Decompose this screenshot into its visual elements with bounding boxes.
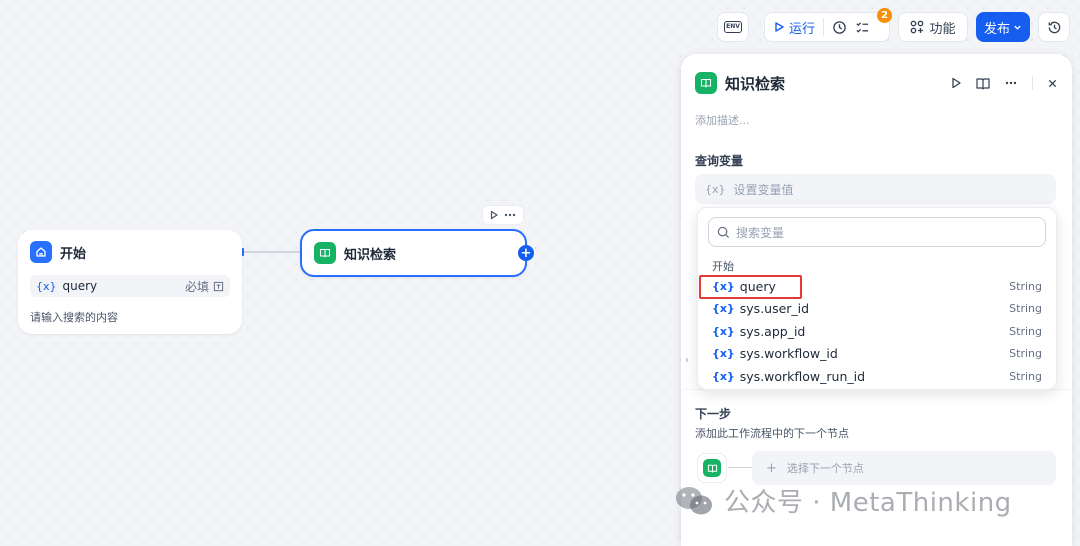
play-icon <box>775 22 784 32</box>
variable-group-label: 开始 <box>712 260 734 273</box>
highlight-annotation <box>699 275 802 299</box>
run-label: 运行 <box>789 21 816 37</box>
features-button[interactable]: 功能 <box>898 12 968 42</box>
variable-icon: {x} <box>36 279 57 293</box>
add-description[interactable]: 添加描述... <box>695 112 750 128</box>
text-input-icon <box>213 281 224 291</box>
close-icon[interactable] <box>1047 78 1058 89</box>
variable-icon: {x} <box>712 369 735 383</box>
variable-search-input[interactable]: 搜索变量 <box>708 217 1046 247</box>
clock-play-icon <box>833 20 846 34</box>
variable-icon: {x} <box>712 301 735 315</box>
more-icon[interactable] <box>503 210 517 220</box>
run-toolbar: 运行 <box>764 12 890 42</box>
current-node-icon <box>697 453 727 483</box>
variable-option-name: sys.user_id <box>739 300 810 316</box>
variable-option-sys-user-id[interactable]: {x} sys.user_id String <box>706 297 1048 319</box>
knowledge-node-title: 知识检索 <box>344 247 397 263</box>
home-icon <box>30 241 52 263</box>
watermark: 公众号 · MetaThinking <box>674 482 1012 519</box>
history-icon <box>1048 21 1060 33</box>
play-icon[interactable] <box>489 210 499 220</box>
history-button[interactable] <box>1038 12 1070 42</box>
variable-option-type: String <box>1009 324 1042 338</box>
checklist-button[interactable] <box>855 20 870 35</box>
variable-option-type: String <box>1009 279 1042 293</box>
features-label: 功能 <box>929 21 956 37</box>
variable-icon: {x} <box>712 324 735 338</box>
start-node[interactable]: 开始 {x} query 必填 请输入搜索的内容 <box>18 230 242 334</box>
select-next-node-button[interactable]: + 选择下一个节点 <box>752 451 1056 485</box>
knowledge-retrieval-node[interactable]: 知识检索 <box>300 229 527 277</box>
publish-button[interactable]: 发布 <box>976 12 1030 42</box>
query-variable-selector[interactable]: {x} 设置变量值 <box>695 174 1056 204</box>
start-variable-name: query <box>62 279 98 293</box>
book-icon <box>695 72 717 94</box>
toolbar-divider <box>1032 76 1033 90</box>
more-icon[interactable] <box>1004 78 1018 88</box>
select-next-node-label: 选择下一个节点 <box>786 462 864 475</box>
plus-icon: + <box>520 245 532 261</box>
wechat-icon <box>676 486 712 514</box>
variable-option-type: String <box>1009 346 1042 360</box>
next-step-connector <box>728 467 752 468</box>
run-history-button[interactable] <box>832 20 847 35</box>
variable-option-name: sys.workflow_run_id <box>739 368 866 384</box>
variable-option-type: String <box>1009 369 1042 383</box>
start-node-title: 开始 <box>60 246 87 262</box>
book-icon <box>314 242 336 264</box>
panel-title: 知识检索 <box>725 74 786 93</box>
grid-icon <box>911 20 924 34</box>
search-icon <box>717 226 730 238</box>
required-label: 必填 <box>184 279 209 294</box>
publish-label: 发布 <box>983 21 1010 37</box>
play-icon[interactable] <box>950 77 962 89</box>
variable-icon: {x} <box>712 346 735 360</box>
query-variable-label: 查询变量 <box>695 154 744 168</box>
variable-option-type: String <box>1009 301 1042 315</box>
book-open-icon[interactable] <box>976 77 990 90</box>
variable-option-name: sys.app_id <box>739 323 806 339</box>
watermark-text: 公众号 · MetaThinking <box>724 488 1012 518</box>
env-icon: ENV <box>724 21 742 33</box>
search-placeholder: 搜索变量 <box>736 225 785 240</box>
next-step-description: 添加此工作流程中的下一个节点 <box>695 427 849 440</box>
variable-option-sys-workflow-run-id[interactable]: {x} sys.workflow_run_id String <box>706 365 1048 387</box>
checklist-icon <box>856 21 869 33</box>
variable-option-name: sys.workflow_id <box>739 345 838 361</box>
variable-option-sys-app-id[interactable]: {x} sys.app_id String <box>706 320 1048 342</box>
start-variable-row: {x} query 必填 <box>30 275 230 297</box>
variable-icon: {x} <box>705 182 726 196</box>
book-icon <box>703 459 721 477</box>
start-node-description: 请输入搜索的内容 <box>30 311 118 324</box>
plus-icon: + <box>766 460 777 476</box>
node-toolbar <box>482 205 524 225</box>
node-connection-edge <box>242 251 300 253</box>
add-next-node-handle[interactable]: + <box>518 245 534 261</box>
chevron-down-icon <box>1014 25 1021 30</box>
run-button[interactable]: 运行 <box>773 18 825 37</box>
next-step-title: 下一步 <box>695 407 732 421</box>
chevron-right-icon[interactable]: › <box>685 355 689 366</box>
variable-option-sys-workflow-id[interactable]: {x} sys.workflow_id String <box>706 342 1048 364</box>
checklist-badge: 2 <box>877 8 892 23</box>
env-button[interactable]: ENV <box>717 12 749 42</box>
set-variable-placeholder: 设置变量值 <box>733 182 794 197</box>
